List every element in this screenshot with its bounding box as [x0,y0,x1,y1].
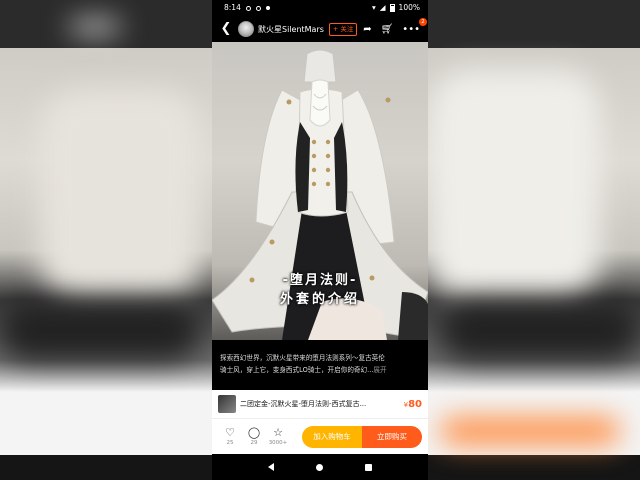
star-icon: ☆ [273,426,283,439]
backdrop-smear [430,70,600,300]
backdrop-smear [440,300,640,360]
status-icon [265,6,270,10]
video-player[interactable]: -堕月法则- 外套的介绍 [212,42,428,340]
nav-recents-icon[interactable] [365,463,372,471]
buy-now-button[interactable]: 立即购买 [362,425,422,448]
cart-button[interactable]: 🛒︎ [381,24,394,35]
video-overlay-title: -堕月法则- [282,273,358,288]
status-icon [245,5,251,11]
video-overlay-subtitle: 外套的介绍 [279,292,360,307]
signal-icon: ◢ [379,3,386,12]
follow-button[interactable]: + 关注 [328,22,358,36]
battery-icon [389,4,395,12]
comment-count: 29 [250,440,258,446]
post-description[interactable]: 探索西幻世界，沉默火星带来的堕月法则系列～复古英伦 骑士风，穿上它，变身西式LO… [212,340,428,390]
avatar[interactable] [238,21,254,37]
product-thumbnail [218,395,236,413]
comment-button[interactable]: ◯ 29 [242,426,266,447]
wifi-icon: ▾ [372,3,376,12]
status-bar: 8:14 ▾ ◢ 100% [212,0,428,16]
description-line: 探索西幻世界，沉默火星带来的堕月法则系列～复古英伦 [220,354,385,362]
backdrop-smear [440,418,620,444]
backdrop-smear [0,300,200,360]
cart-icon: 🛒︎ [380,23,394,35]
price-value: 80 [408,398,422,410]
product-name: 二团定金-沉默火星-堕月法则-西式复古... [240,400,367,408]
phone-screen: 8:14 ▾ ◢ 100% ❮ 默火星SilentMars + 关注 ➦ 🛒︎ … [212,0,428,480]
top-bar: ❮ 默火星SilentMars + 关注 ➦ 🛒︎ ••• 2 [212,16,428,42]
favorite-count: 3000+ [268,440,288,446]
status-icon [255,5,261,11]
favorite-button[interactable]: ☆ 3000+ [266,426,290,447]
product-card[interactable]: 二团定金-沉默火星-堕月法则-西式复古... ¥80 [212,390,428,418]
nav-home-icon[interactable] [316,463,323,471]
expand-link[interactable]: 展开 [373,366,386,374]
backdrop-smear [40,90,200,300]
notification-badge: 2 [419,17,427,26]
battery-level: 100% [398,3,420,12]
more-icon: ••• [402,23,420,35]
share-icon[interactable]: ➦ [363,24,371,35]
more-button[interactable]: ••• 2 [402,17,427,35]
add-to-cart-button[interactable]: 加入购物车 [302,425,362,448]
action-bar: ♡ 25 ◯ 29 ☆ 3000+ 加入购物车 立即购买 [212,418,428,454]
back-icon[interactable]: ❮ [218,16,234,42]
status-time: 8:14 [224,3,241,12]
description-line-2: 骑士风，穿上它，变身西式LO骑士，开启你的奇幻...展开 [220,364,420,376]
author-name[interactable]: 默火星SilentMars [258,24,324,35]
heart-icon: ♡ [225,426,235,439]
like-button[interactable]: ♡ 25 [218,426,242,447]
like-count: 25 [226,440,234,446]
comment-icon: ◯ [247,426,261,439]
backdrop-smear [70,20,120,34]
product-price: ¥80 [404,399,422,410]
system-nav-bar [212,454,428,480]
description-text: 骑士风，穿上它，变身西式LO骑士，开启你的奇幻... [220,366,374,374]
nav-back-icon[interactable] [268,463,274,471]
